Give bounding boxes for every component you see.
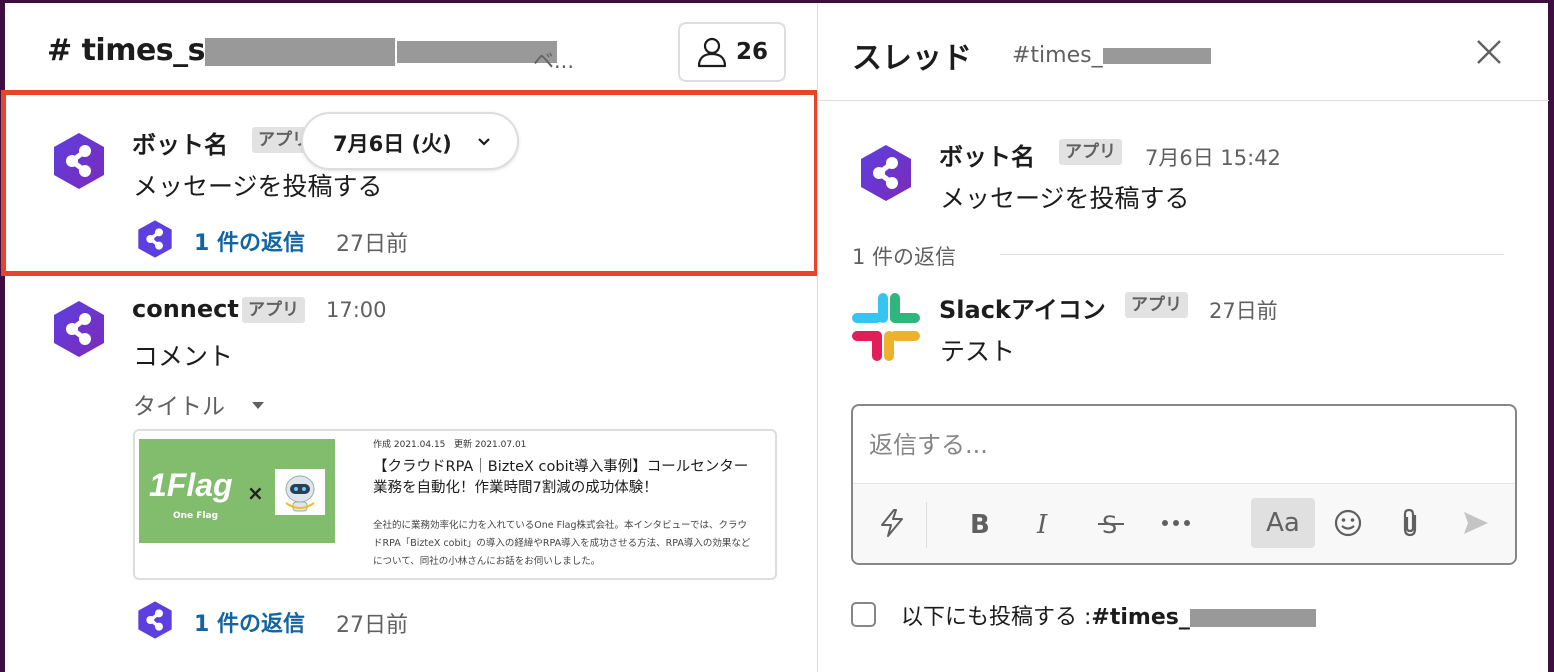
thread-channel-link[interactable]: #times_ — [1012, 43, 1211, 68]
message-time[interactable]: 27日前 — [1209, 295, 1278, 325]
thread-pane: スレッド #times_ ボット名 アプリ 7月6日 15:42 メッセージを投… — [817, 3, 1549, 672]
also-send-channel: #times_ — [1091, 605, 1190, 630]
thread-channel-name: #times_ — [1012, 43, 1103, 68]
reply-input[interactable] — [853, 406, 1515, 483]
divider — [1000, 254, 1504, 255]
formatting-toggle-button[interactable]: Aa — [1251, 498, 1315, 548]
last-reply-time: 27日前 — [336, 613, 408, 638]
highlight-annotation — [1, 90, 819, 276]
message-text: テスト — [940, 337, 1016, 366]
robot-icon — [275, 469, 325, 515]
thread-replies-link[interactable]: 1 件の返信 — [194, 606, 305, 638]
redacted-channel-name — [1189, 609, 1316, 627]
sender-name[interactable]: connect — [132, 295, 239, 323]
message-text: コメント — [133, 342, 234, 371]
channel-description-text: ベ... — [533, 49, 575, 73]
svg-text:I: I — [1036, 510, 1048, 537]
channel-title[interactable]: # times_s — [47, 33, 558, 68]
app-badge: アプリ — [1059, 139, 1122, 165]
sender-name[interactable]: Slackアイコン — [939, 290, 1106, 325]
toolbar-divider — [926, 502, 927, 548]
also-send-label: 以下にも投稿する :#times_ — [901, 599, 1316, 631]
attachment-title-toggle[interactable]: タイトル — [133, 387, 225, 421]
thread-header: スレッド #times_ — [818, 3, 1549, 101]
preview-created-date: 作成 2021.04.15 — [373, 440, 446, 450]
paperclip-icon[interactable] — [1386, 498, 1436, 548]
oneflag-logo-sub: One Flag — [173, 511, 219, 521]
person-icon — [697, 37, 727, 68]
preview-image: 1Flag One Flag × — [139, 439, 335, 543]
send-icon[interactable] — [1451, 498, 1501, 548]
message-time[interactable]: 7月6日 15:42 — [1145, 142, 1281, 172]
members-button[interactable]: 26 — [678, 22, 786, 82]
app-badge: アプリ — [1125, 292, 1188, 318]
reply-avatar-icon — [138, 601, 172, 639]
channel-name: # times_s — [47, 33, 206, 68]
composer-toolbar: B I S Aa — [853, 483, 1515, 563]
more-options-icon[interactable] — [1151, 498, 1201, 548]
also-send-prefix: 以下にも投稿する : — [901, 605, 1092, 630]
member-count: 26 — [736, 39, 769, 65]
thread-title: スレッド — [852, 41, 972, 76]
bold-icon[interactable]: B — [955, 498, 1005, 548]
preview-meta: 作成 2021.04.15 更新 2021.07.01 — [373, 437, 526, 450]
preview-description: 全社的に業務効率化に力を入れているOne Flag株式会社。本インタビューでは、… — [373, 520, 751, 567]
redacted-channel-name — [205, 37, 396, 66]
sender-name[interactable]: ボット名 — [939, 137, 1035, 172]
reply-composer: B I S Aa — [851, 404, 1517, 565]
italic-icon[interactable]: I — [1019, 498, 1069, 548]
close-icon[interactable] — [1474, 37, 1504, 67]
channel-header: # times_s ベ... 26 — [5, 3, 817, 95]
svg-text:B: B — [970, 510, 990, 537]
emoji-icon[interactable] — [1323, 498, 1373, 548]
replies-count-label: 1 件の返信 — [852, 245, 957, 269]
also-send-checkbox[interactable] — [851, 602, 876, 627]
caret-down-icon[interactable] — [251, 400, 265, 410]
shortcuts-lightning-icon[interactable] — [867, 498, 917, 548]
strikethrough-icon[interactable]: S — [1086, 498, 1136, 548]
formatting-label: Aa — [1266, 508, 1300, 538]
link-preview-card[interactable]: 1Flag One Flag × 作成 2021.04.15 更新 2021.0… — [133, 429, 777, 580]
preview-updated-date: 更新 2021.07.01 — [454, 440, 527, 450]
preview-headline[interactable]: 【クラウドRPA｜BizteX cobit導入事例】コールセンター業務を自動化！… — [373, 457, 753, 499]
channel-description[interactable]: ベ... — [533, 45, 574, 75]
redacted-channel-name — [1102, 48, 1211, 64]
app-badge: アプリ — [242, 297, 305, 323]
message-text: メッセージを投稿する — [940, 184, 1190, 213]
bot-avatar-icon[interactable] — [856, 143, 916, 203]
message-time[interactable]: 17:00 — [326, 298, 387, 322]
slack-logo-icon[interactable] — [850, 291, 922, 363]
oneflag-logo: 1Flag — [149, 467, 233, 503]
cross-mark: × — [247, 481, 264, 505]
bot-avatar-icon[interactable] — [49, 299, 109, 359]
